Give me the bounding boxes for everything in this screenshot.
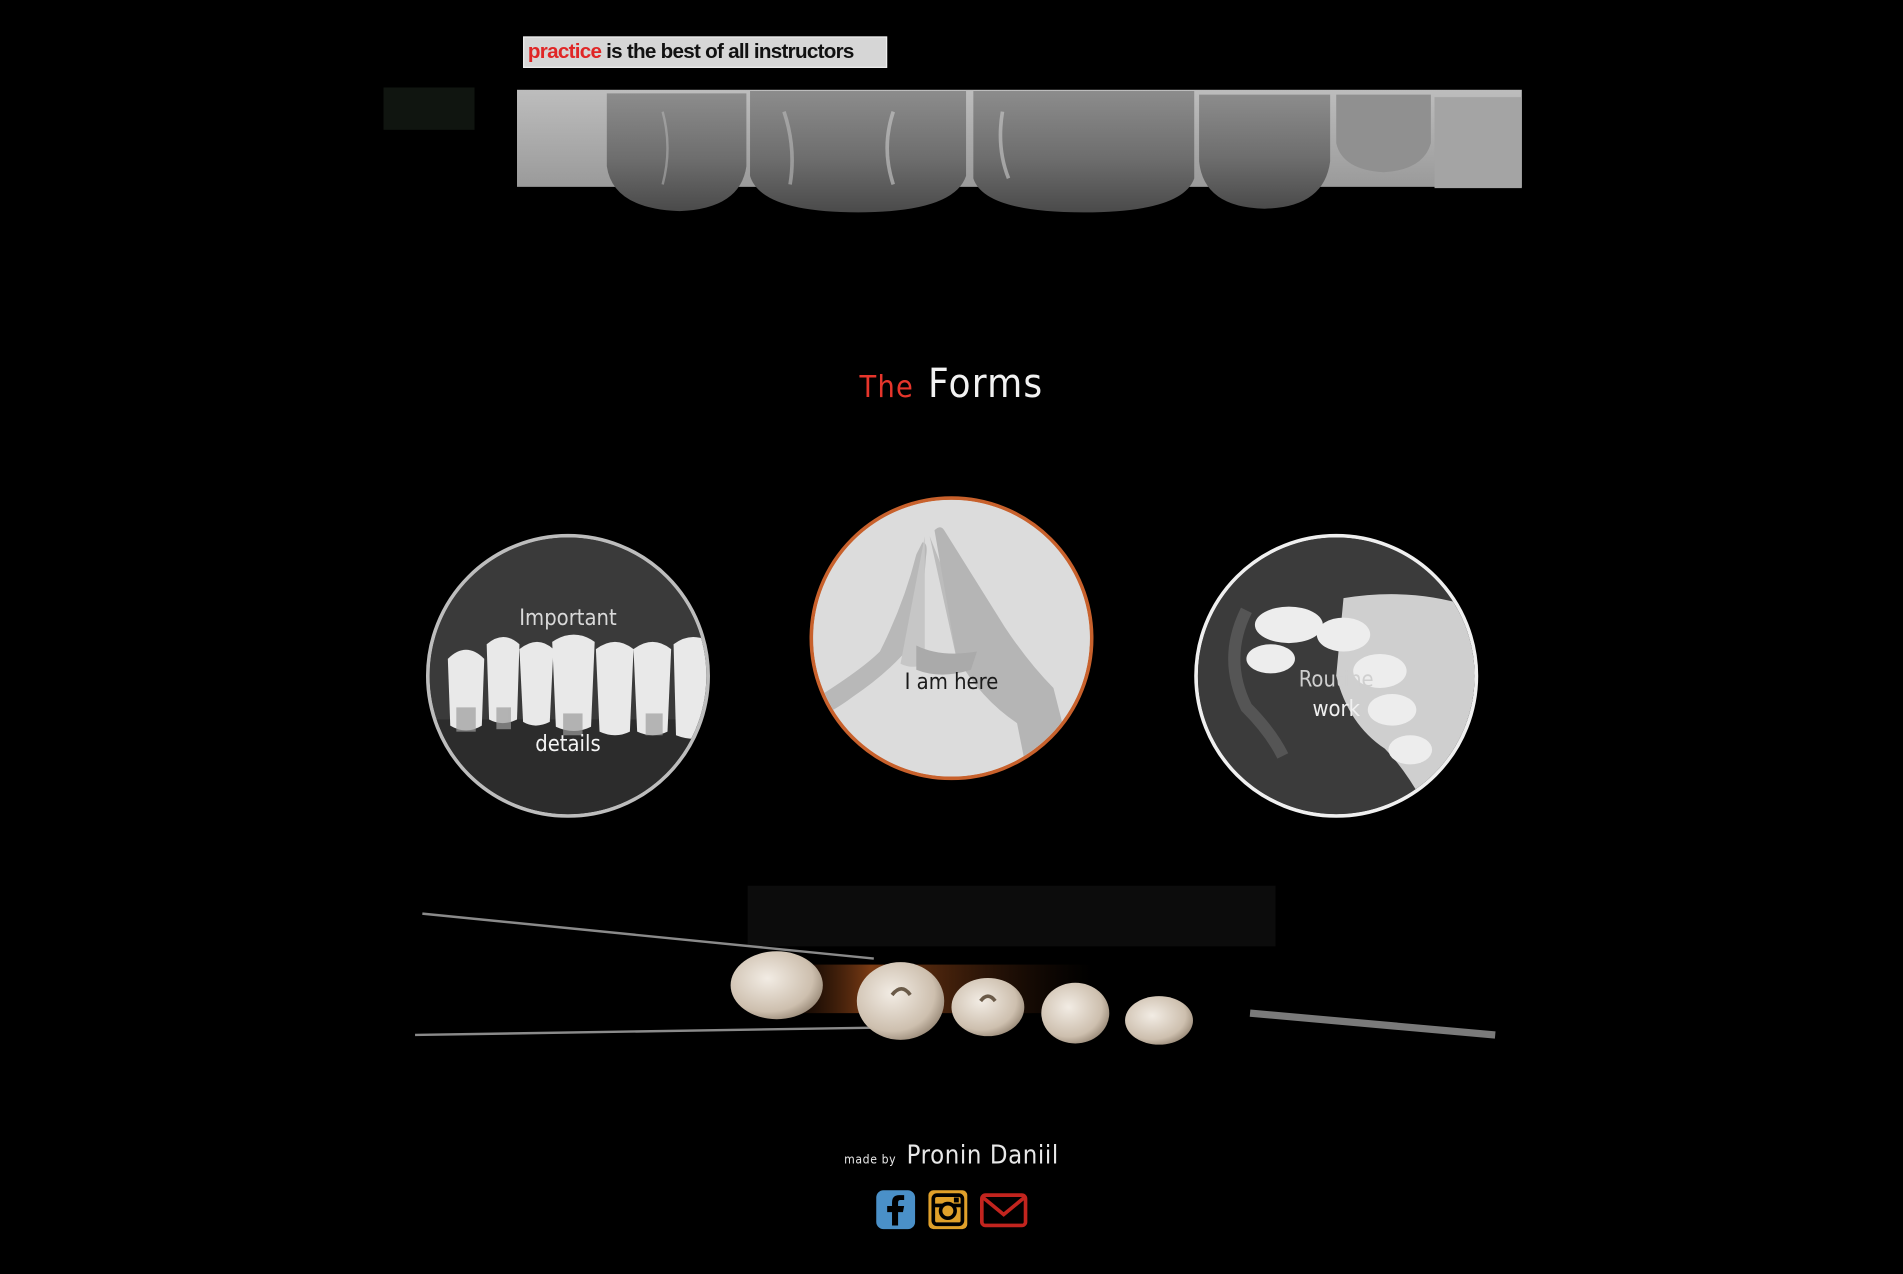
email-link[interactable] (979, 1189, 1028, 1230)
teeth-row-photo (429, 537, 707, 815)
email-icon (980, 1193, 1028, 1228)
hero-teeth-photo (383, 87, 1522, 213)
section-title: The Forms (0, 359, 1903, 406)
hands-photo (813, 499, 1090, 777)
made-by-label: made by (844, 1153, 897, 1168)
circle-routine-work[interactable]: Routine work (1194, 533, 1479, 818)
page: practice is the best of all instructors (0, 0, 1903, 1274)
circle-label-line1: Routine (1298, 667, 1374, 693)
circle-label-line2: work (1312, 696, 1360, 722)
motto-text: is the best of all instructors (606, 40, 854, 64)
instagram-icon (928, 1190, 968, 1230)
circle-important-details[interactable]: Important details (425, 533, 710, 818)
circle-label-top: Important (519, 605, 617, 631)
tweezers-crowns-photo (415, 885, 1496, 1045)
motto-highlight: practice (527, 40, 602, 64)
facebook-icon (876, 1190, 916, 1230)
social-links (0, 1189, 1903, 1230)
circle-label-bottom: details (535, 731, 601, 758)
title-prefix: The (859, 368, 914, 405)
facebook-link[interactable] (875, 1189, 916, 1230)
circle-label: I am here (904, 669, 999, 696)
motto-banner: practice is the best of all instructors (523, 36, 888, 68)
instagram-link[interactable] (927, 1189, 968, 1230)
title-main: Forms (928, 359, 1044, 407)
author-credit: made by Pronin Daniil (0, 1141, 1903, 1170)
author-name: Pronin Daniil (906, 1140, 1059, 1170)
circle-i-am-here[interactable]: I am here (809, 496, 1094, 781)
